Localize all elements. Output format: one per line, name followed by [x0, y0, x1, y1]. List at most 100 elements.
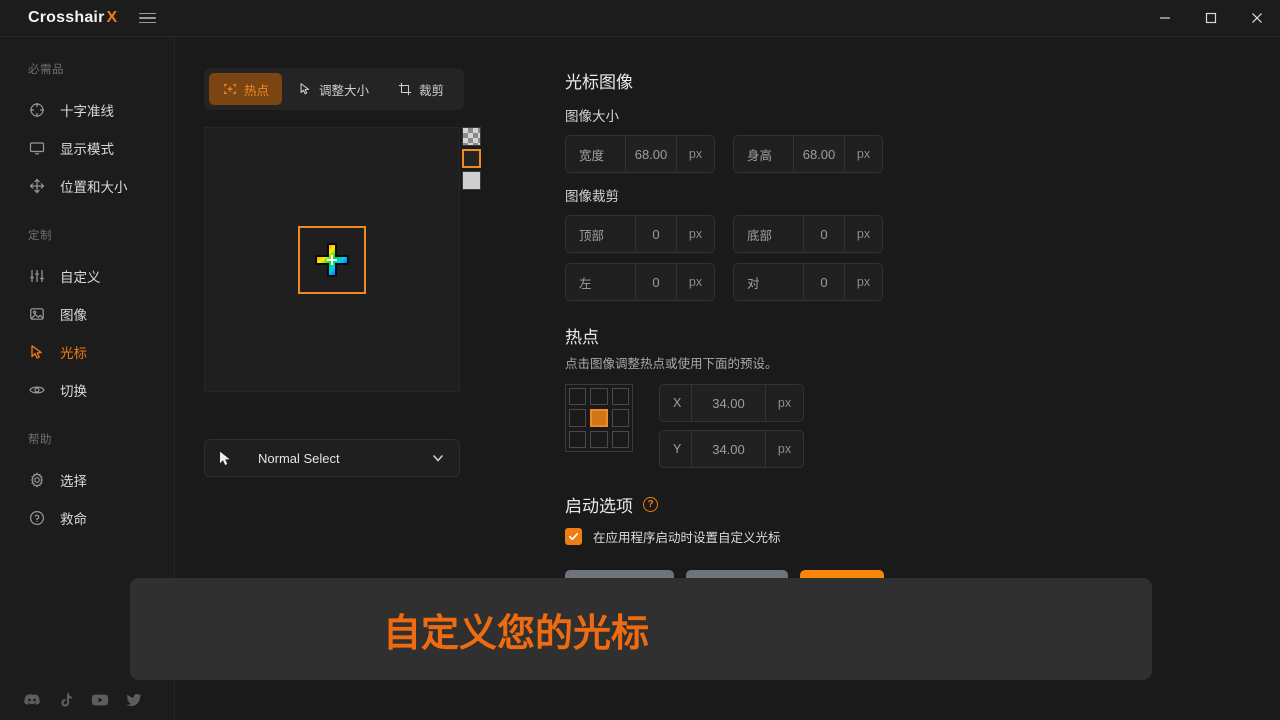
hotspot-y-unit: px [765, 431, 803, 467]
hotspot-preset-cell[interactable] [569, 388, 586, 405]
crop-right-value[interactable]: 0 [804, 264, 844, 300]
panel-title: 光标图像 [565, 68, 925, 93]
crop-top-label: 顶部 [566, 216, 636, 252]
startup-checkbox-row[interactable]: 在应用程序启动时设置自定义光标 [565, 527, 925, 546]
checker-swatch[interactable] [462, 127, 481, 146]
help-icon[interactable]: ? [643, 497, 658, 512]
maximize-button[interactable] [1188, 0, 1234, 37]
hotspot-x-unit: px [765, 385, 803, 421]
sidebar-group-customize-label: 定制 [0, 227, 174, 243]
hotspot-preset-cell[interactable] [569, 409, 586, 426]
minimize-button[interactable] [1142, 0, 1188, 37]
crop-icon [397, 82, 412, 97]
hotspot-y-label: Y [660, 431, 692, 467]
tab-resize[interactable]: 调整大小 [284, 73, 382, 105]
hamburger-icon[interactable] [139, 8, 159, 28]
crop-bottom-field[interactable]: 底部 0 px [733, 215, 883, 253]
cursor-preview-canvas[interactable] [204, 127, 460, 392]
sidebar-item-toggle[interactable]: 切换 [0, 371, 174, 409]
image-size-fields: 宽度 68.00 px 身高 68.00 px [565, 135, 925, 173]
sidebar-group-help-label: 帮助 [0, 431, 174, 447]
sidebar-item-crosshair[interactable]: 十字准线 [0, 91, 174, 129]
window-controls [1142, 0, 1280, 37]
hotspot-x-field[interactable]: X 34.00 px [659, 384, 804, 422]
width-value[interactable]: 68.00 [626, 136, 676, 172]
height-field[interactable]: 身高 68.00 px [733, 135, 883, 173]
youtube-icon[interactable] [90, 690, 110, 710]
close-button[interactable] [1234, 0, 1280, 37]
promo-banner: 自定义您的光标 [130, 578, 1152, 680]
sidebar-item-label: 自定义 [60, 266, 101, 286]
eye-icon [28, 381, 46, 399]
tab-crop[interactable]: 裁剪 [384, 73, 457, 105]
twitter-icon[interactable] [124, 690, 144, 710]
monitor-icon [28, 139, 46, 157]
crop-bottom-value[interactable]: 0 [804, 216, 844, 252]
hotspot-x-value[interactable]: 34.00 [692, 385, 765, 421]
hotspot-description: 点击图像调整热点或使用下面的预设。 [565, 353, 925, 372]
hotspot-xy-fields: X 34.00 px Y 34.00 px [659, 384, 804, 468]
hotspot-y-field[interactable]: Y 34.00 px [659, 430, 804, 468]
crop-top-field[interactable]: 顶部 0 px [565, 215, 715, 253]
width-label: 宽度 [566, 136, 626, 172]
crop-left-label: 左 [566, 264, 636, 300]
crop-right-field[interactable]: 对 0 px [733, 263, 883, 301]
crop-left-field[interactable]: 左 0 px [565, 263, 715, 301]
height-label: 身高 [734, 136, 794, 172]
light-swatch[interactable] [462, 171, 481, 190]
sidebar-item-help[interactable]: 救命 [0, 499, 174, 537]
crop-left-value[interactable]: 0 [636, 264, 676, 300]
hotspot-x-label: X [660, 385, 692, 421]
sidebar-item-label: 切换 [60, 380, 87, 400]
app-logo: CrosshairX [28, 9, 117, 27]
crop-row-top: 顶部 0 px 底部 0 px [565, 215, 925, 253]
sidebar-item-cursor[interactable]: 光标 [0, 333, 174, 371]
crop-top-value[interactable]: 0 [636, 216, 676, 252]
hotspot-preset-cell[interactable] [590, 388, 607, 405]
startup-options-header: 启动选项 ? [565, 492, 925, 517]
image-crop-heading: 图像裁剪 [565, 185, 925, 205]
sidebar-item-label: 选择 [60, 470, 87, 490]
hotspot-preset-cell[interactable] [612, 431, 629, 448]
hotspot-preset-cell[interactable] [612, 388, 629, 405]
tool-tab-bar: 热点 调整大小 裁剪 [204, 68, 464, 110]
tab-label: 裁剪 [419, 80, 444, 99]
tab-hotspot[interactable]: 热点 [209, 73, 282, 105]
sidebar-item-display-mode[interactable]: 显示模式 [0, 129, 174, 167]
discord-icon[interactable] [22, 690, 42, 710]
background-swatches [462, 127, 481, 190]
hotspot-y-value[interactable]: 34.00 [692, 431, 765, 467]
tiktok-icon[interactable] [56, 690, 76, 710]
crop-bottom-label: 底部 [734, 216, 804, 252]
chevron-down-icon [431, 451, 445, 465]
hotspot-controls: X 34.00 px Y 34.00 px [565, 384, 925, 468]
cursor-image-panel: 光标图像 图像大小 宽度 68.00 px 身高 68.00 px 图像裁剪 顶… [565, 68, 925, 606]
dark-swatch[interactable] [462, 149, 481, 168]
sidebar-item-label: 显示模式 [60, 138, 114, 158]
crop-row-bottom: 左 0 px 对 0 px [565, 263, 925, 301]
hotspot-preset-cell-selected[interactable] [590, 409, 607, 426]
hotspot-preset-cell[interactable] [569, 431, 586, 448]
sidebar-item-settings[interactable]: 选择 [0, 461, 174, 499]
image-icon [28, 305, 46, 323]
promo-banner-text: 自定义您的光标 [383, 602, 649, 657]
width-unit: px [676, 136, 714, 172]
app-title-accent: X [107, 9, 118, 26]
width-field[interactable]: 宽度 68.00 px [565, 135, 715, 173]
sidebar-item-label: 图像 [60, 304, 87, 324]
crop-right-label: 对 [734, 264, 804, 300]
sidebar-item-custom[interactable]: 自定义 [0, 257, 174, 295]
title-bar: CrosshairX [0, 0, 1280, 37]
sidebar-item-position-size[interactable]: 位置和大小 [0, 167, 174, 205]
move-icon [28, 177, 46, 195]
startup-checkbox[interactable] [565, 528, 582, 545]
hotspot-preset-cell[interactable] [590, 431, 607, 448]
gear-icon [28, 471, 46, 489]
pointer-icon [297, 82, 312, 97]
image-size-heading: 图像大小 [565, 105, 925, 125]
cursor-type-dropdown[interactable]: Normal Select [204, 439, 460, 477]
height-value[interactable]: 68.00 [794, 136, 844, 172]
hotspot-preset-cell[interactable] [612, 409, 629, 426]
cursor-icon [28, 343, 46, 361]
sidebar-item-image[interactable]: 图像 [0, 295, 174, 333]
